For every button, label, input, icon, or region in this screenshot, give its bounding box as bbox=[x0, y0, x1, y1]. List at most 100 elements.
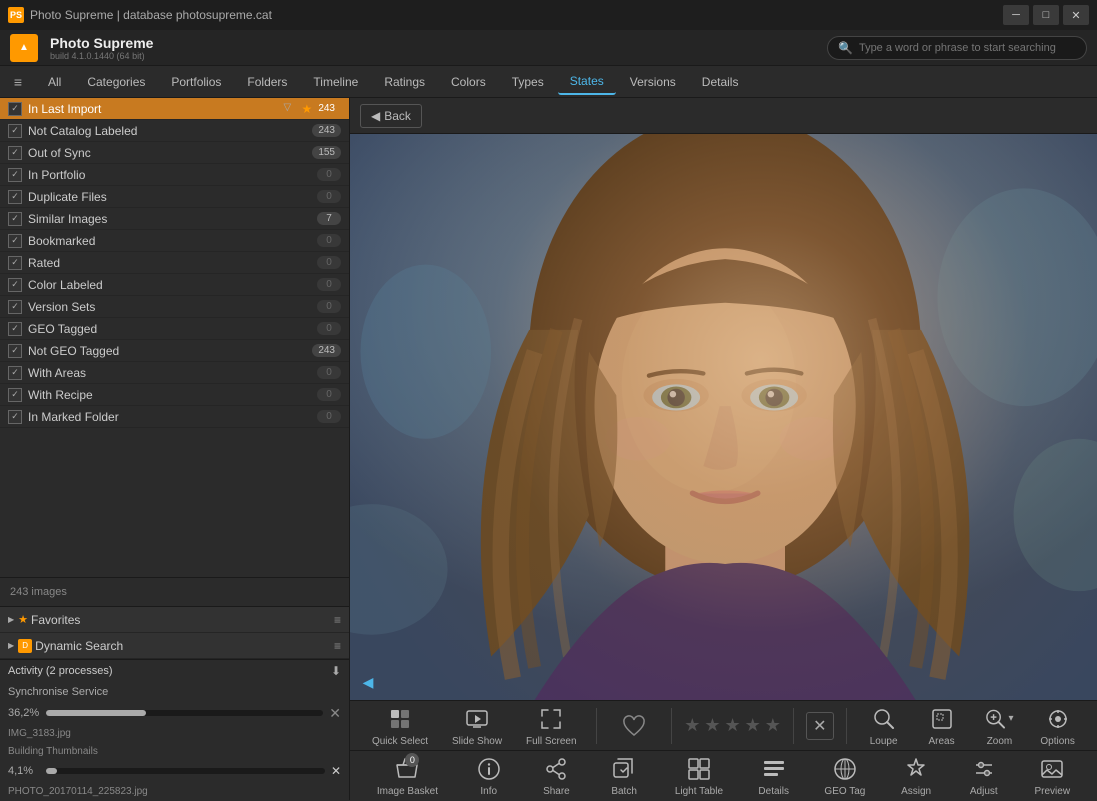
tab-portfolios[interactable]: Portfolios bbox=[159, 69, 233, 95]
batch-label: Batch bbox=[611, 786, 637, 797]
checkbox-rated[interactable]: ✓ bbox=[8, 256, 22, 270]
photo-overlay bbox=[350, 134, 1097, 700]
heart-icon bbox=[620, 712, 648, 740]
sidebar-item-in-marked-folder[interactable]: ✓ In Marked Folder 0 bbox=[0, 406, 349, 428]
star-5-button[interactable]: ★ bbox=[765, 715, 781, 736]
maximize-button[interactable]: □ bbox=[1033, 5, 1059, 25]
preview-icon bbox=[1038, 755, 1066, 783]
sidebar-item-with-areas[interactable]: ✓ With Areas 0 bbox=[0, 362, 349, 384]
minimize-button[interactable]: ─ bbox=[1003, 5, 1029, 25]
tab-categories[interactable]: Categories bbox=[75, 69, 157, 95]
favorites-menu-icon[interactable]: ≡ bbox=[334, 613, 341, 627]
tab-types[interactable]: Types bbox=[500, 69, 556, 95]
image-basket-button[interactable]: 0 Image Basket bbox=[369, 751, 446, 801]
sidebar-item-color-labeled[interactable]: ✓ Color Labeled 0 bbox=[0, 274, 349, 296]
star-rating[interactable]: ★ ★ ★ ★ ★ bbox=[684, 715, 781, 736]
sidebar-item-in-last-import[interactable]: ✓ In Last Import ▽ ★ 243 bbox=[0, 98, 349, 120]
dynamic-search-menu-icon[interactable]: ≡ bbox=[334, 639, 341, 653]
areas-button[interactable]: Areas bbox=[917, 701, 967, 751]
tab-folders[interactable]: Folders bbox=[235, 69, 299, 95]
sidebar-item-rated[interactable]: ✓ Rated 0 bbox=[0, 252, 349, 274]
info-icon bbox=[475, 755, 503, 783]
checkbox-not-catalog-labeled[interactable]: ✓ bbox=[8, 124, 22, 138]
checkbox-geo-tagged[interactable]: ✓ bbox=[8, 322, 22, 336]
light-table-button[interactable]: Light Table bbox=[667, 751, 731, 801]
progress2-cancel-icon[interactable]: ✕ bbox=[331, 764, 341, 778]
checkbox-duplicate-files[interactable]: ✓ bbox=[8, 190, 22, 204]
count-not-geo-tagged: 243 bbox=[312, 344, 341, 357]
checkbox-with-recipe[interactable]: ✓ bbox=[8, 388, 22, 402]
options-button[interactable]: Options bbox=[1032, 701, 1082, 751]
checkbox-in-last-import[interactable]: ✓ bbox=[8, 102, 22, 116]
back-button[interactable]: ◀ Back bbox=[360, 104, 422, 128]
sidebar-item-similar-images[interactable]: ✓ Similar Images 7 bbox=[0, 208, 349, 230]
hamburger-menu[interactable]: ≡ bbox=[6, 70, 30, 94]
star-1-button[interactable]: ★ bbox=[684, 715, 700, 736]
sidebar-item-bookmarked[interactable]: ✓ Bookmarked 0 bbox=[0, 230, 349, 252]
dynamic-search-panel[interactable]: ▶ D Dynamic Search ≡ bbox=[0, 633, 349, 659]
heart-button[interactable] bbox=[609, 708, 659, 744]
checkbox-in-portfolio[interactable]: ✓ bbox=[8, 168, 22, 182]
checkbox-not-geo-tagged[interactable]: ✓ bbox=[8, 344, 22, 358]
details-button[interactable]: Details bbox=[749, 751, 799, 801]
zoom-button[interactable]: ▾ Zoom bbox=[974, 701, 1024, 751]
sidebar-item-duplicate-files[interactable]: ✓ Duplicate Files 0 bbox=[0, 186, 349, 208]
quick-select-button[interactable]: Quick Select bbox=[364, 701, 436, 751]
tab-timeline[interactable]: Timeline bbox=[301, 69, 370, 95]
tab-versions[interactable]: Versions bbox=[618, 69, 688, 95]
filename-2: PHOTO_20170114_225823.jpg bbox=[8, 786, 148, 797]
dynamic-search-triangle-icon: ▶ bbox=[8, 641, 14, 650]
info-button[interactable]: Info bbox=[464, 751, 514, 801]
geo-tag-button[interactable]: GEO Tag bbox=[816, 751, 873, 801]
full-screen-button[interactable]: Full Screen bbox=[518, 701, 585, 751]
image-count: 243 images bbox=[0, 577, 349, 606]
batch-icon bbox=[610, 755, 638, 783]
search-input[interactable] bbox=[859, 42, 1076, 54]
filename-row-1: IMG_3183.jpg bbox=[0, 724, 349, 742]
light-table-label: Light Table bbox=[675, 786, 723, 797]
star-3-button[interactable]: ★ bbox=[725, 715, 741, 736]
slide-show-button[interactable]: Slide Show bbox=[444, 701, 510, 751]
checkbox-out-of-sync[interactable]: ✓ bbox=[8, 146, 22, 160]
assign-icon bbox=[902, 755, 930, 783]
preview-button[interactable]: Preview bbox=[1026, 751, 1078, 801]
batch-button[interactable]: Batch bbox=[599, 751, 649, 801]
sidebar-item-version-sets[interactable]: ✓ Version Sets 0 bbox=[0, 296, 349, 318]
star-2-button[interactable]: ★ bbox=[704, 715, 720, 736]
tab-all[interactable]: All bbox=[36, 69, 73, 95]
sidebar-item-not-geo-tagged[interactable]: ✓ Not GEO Tagged 243 bbox=[0, 340, 349, 362]
reject-button[interactable]: ✕ bbox=[806, 712, 834, 740]
checkbox-with-areas[interactable]: ✓ bbox=[8, 366, 22, 380]
assign-button[interactable]: Assign bbox=[891, 751, 941, 801]
checkbox-similar-images[interactable]: ✓ bbox=[8, 212, 22, 226]
tab-colors[interactable]: Colors bbox=[439, 69, 498, 95]
checkbox-bookmarked[interactable]: ✓ bbox=[8, 234, 22, 248]
adjust-button[interactable]: Adjust bbox=[959, 751, 1009, 801]
photo-nav-arrow[interactable]: ◀ bbox=[356, 670, 380, 694]
star-4-button[interactable]: ★ bbox=[745, 715, 761, 736]
checkbox-in-marked-folder[interactable]: ✓ bbox=[8, 410, 22, 424]
app-logo-icon: ▲ bbox=[10, 34, 38, 62]
checkbox-color-labeled[interactable]: ✓ bbox=[8, 278, 22, 292]
tab-ratings[interactable]: Ratings bbox=[372, 69, 437, 95]
sidebar-label-not-catalog-labeled: Not Catalog Labeled bbox=[28, 124, 312, 138]
sidebar-item-in-portfolio[interactable]: ✓ In Portfolio 0 bbox=[0, 164, 349, 186]
tab-states[interactable]: States bbox=[558, 69, 616, 95]
count-not-catalog-labeled: 243 bbox=[312, 124, 341, 137]
search-bar[interactable]: 🔍 bbox=[827, 36, 1087, 60]
sidebar-item-out-of-sync[interactable]: ✓ Out of Sync 155 bbox=[0, 142, 349, 164]
separator-2 bbox=[671, 708, 672, 744]
share-button[interactable]: Share bbox=[531, 751, 581, 801]
activity-download-icon[interactable]: ⬇ bbox=[331, 664, 341, 678]
count-in-last-import: 243 bbox=[312, 102, 341, 115]
preview-label: Preview bbox=[1034, 786, 1070, 797]
loupe-button[interactable]: Loupe bbox=[859, 701, 909, 751]
sidebar-item-geo-tagged[interactable]: ✓ GEO Tagged 0 bbox=[0, 318, 349, 340]
favorites-panel[interactable]: ▶ ★ Favorites ≡ bbox=[0, 607, 349, 633]
tab-details[interactable]: Details bbox=[690, 69, 751, 95]
sidebar-item-not-catalog-labeled[interactable]: ✓ Not Catalog Labeled 243 bbox=[0, 120, 349, 142]
progress1-cancel-icon[interactable]: ✕ bbox=[329, 705, 341, 722]
sidebar-item-with-recipe[interactable]: ✓ With Recipe 0 bbox=[0, 384, 349, 406]
checkbox-version-sets[interactable]: ✓ bbox=[8, 300, 22, 314]
close-button[interactable]: ✕ bbox=[1063, 5, 1089, 25]
